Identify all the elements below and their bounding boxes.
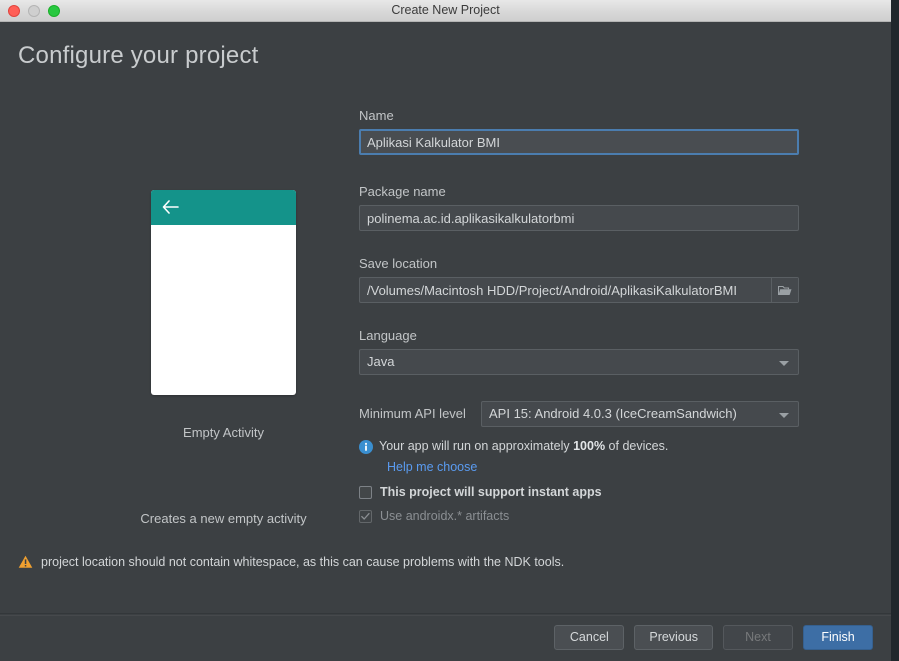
device-coverage-text: Your app will run on approximately 100% … xyxy=(379,439,799,453)
field-group-minimum-api-level: Minimum API level API 15: Android 4.0.3 … xyxy=(359,401,799,427)
dialog-footer: Cancel Previous Next Finish xyxy=(0,615,891,661)
device-coverage-info: Your app will run on approximately 100% … xyxy=(359,439,799,454)
androidx-checkbox-row: Use androidx.* artifacts xyxy=(359,509,509,523)
info-icon xyxy=(359,440,373,454)
save-location-label: Save location xyxy=(359,256,438,271)
androidx-label: Use androidx.* artifacts xyxy=(380,509,510,523)
save-location-input[interactable] xyxy=(359,277,799,303)
footer-buttons: Cancel Previous Next Finish xyxy=(554,625,873,650)
instant-apps-checkbox-row[interactable]: This project will support instant apps xyxy=(359,485,602,499)
check-icon xyxy=(361,512,370,520)
instant-apps-label: This project will support instant apps xyxy=(380,485,602,499)
name-input[interactable] xyxy=(359,129,799,155)
previous-button[interactable]: Previous xyxy=(634,625,713,650)
package-name-label: Package name xyxy=(359,184,446,199)
browse-button[interactable] xyxy=(771,278,798,302)
cancel-button[interactable]: Cancel xyxy=(554,625,625,650)
desktop-background-edge xyxy=(891,0,899,661)
minimum-api-level-value: API 15: Android 4.0.3 (IceCreamSandwich) xyxy=(489,406,737,421)
chevron-down-icon xyxy=(779,361,789,366)
language-label: Language xyxy=(359,328,417,343)
next-button: Next xyxy=(723,625,793,650)
package-name-input[interactable] xyxy=(359,205,799,231)
screenshot-root: Create New Project Configure your projec… xyxy=(0,0,899,661)
help-me-choose-link[interactable]: Help me choose xyxy=(387,460,477,474)
androidx-checkbox xyxy=(359,509,372,523)
coverage-text-before: Your app will run on approximately xyxy=(379,439,574,453)
field-group-save-location: Save location xyxy=(359,256,799,303)
chevron-down-icon xyxy=(779,413,789,418)
window-titlebar[interactable]: Create New Project xyxy=(0,0,891,22)
language-value: Java xyxy=(367,354,395,369)
dialog-content: Configure your project Empty Activity Cr… xyxy=(0,22,891,661)
language-select[interactable]: Java xyxy=(359,349,799,375)
window-title: Create New Project xyxy=(391,3,500,17)
field-group-language: Language Java xyxy=(359,328,799,375)
finish-button[interactable]: Finish xyxy=(803,625,873,650)
preview-template-name: Empty Activity xyxy=(183,425,264,440)
field-group-name: Name xyxy=(359,108,799,155)
activity-preview-thumbnail xyxy=(151,190,296,395)
coverage-percent: 100% xyxy=(573,439,606,453)
field-group-package-name: Package name xyxy=(359,184,799,231)
warning-triangle-icon xyxy=(18,555,33,568)
minimum-api-level-label: Minimum API level xyxy=(359,406,466,421)
name-label: Name xyxy=(359,108,394,123)
instant-apps-checkbox[interactable] xyxy=(359,485,372,499)
save-location-row xyxy=(359,277,799,303)
validation-warning-text: project location should not contain whit… xyxy=(41,555,565,569)
create-new-project-dialog: Create New Project Configure your projec… xyxy=(0,0,891,661)
minimum-api-level-select[interactable]: API 15: Android 4.0.3 (IceCreamSandwich) xyxy=(481,401,799,427)
preview-appbar xyxy=(151,190,296,225)
coverage-text-after: of devices. xyxy=(605,439,669,453)
validation-warning: project location should not contain whit… xyxy=(18,555,564,569)
page-title: Configure your project xyxy=(18,42,259,69)
folder-icon xyxy=(778,285,792,295)
back-arrow-icon xyxy=(162,200,179,214)
